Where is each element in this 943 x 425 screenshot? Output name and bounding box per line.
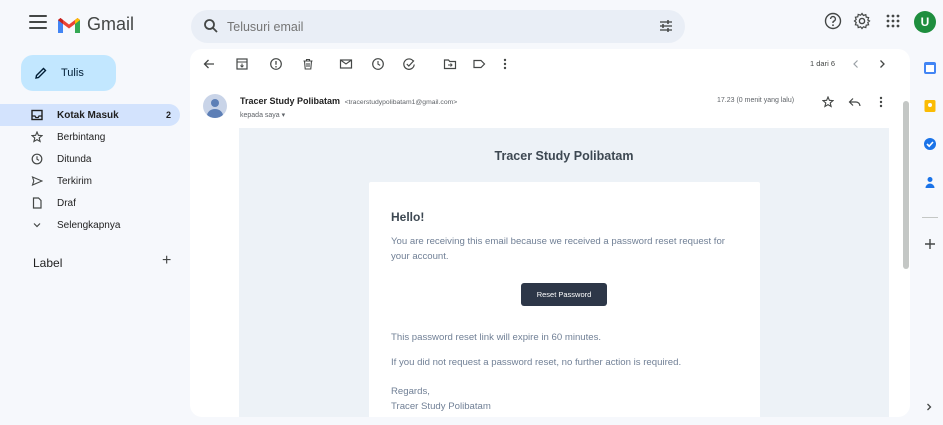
- report-spam-icon[interactable]: [269, 57, 283, 71]
- older-chevron-right-icon[interactable]: [876, 57, 888, 71]
- sidebar-item-more[interactable]: Selengkapnya: [0, 214, 180, 236]
- keep-notes-icon[interactable]: [923, 99, 937, 113]
- send-icon: [31, 176, 43, 186]
- search-input[interactable]: [227, 10, 627, 43]
- app-name: Gmail: [87, 14, 135, 34]
- sidebar-item-label: Kotak Masuk: [57, 109, 119, 121]
- expand-panel-chevron-icon[interactable]: [923, 401, 935, 413]
- message-panel: 1 dari 6 Tracer Study Polibatam <tracers…: [190, 49, 910, 417]
- star-icon: [31, 131, 43, 143]
- sidebar-item-label: Selengkapnya: [57, 219, 121, 231]
- move-to-folder-icon[interactable]: [443, 57, 457, 71]
- recipient-label: kepada saya: [240, 112, 280, 119]
- sidebar-item-sent[interactable]: Terkirim: [0, 170, 180, 192]
- sidebar-item-drafts[interactable]: Draf: [0, 192, 180, 214]
- email-signature: Tracer Study Polibatam: [391, 401, 491, 412]
- email-regards: Regards,: [391, 386, 430, 397]
- star-message-icon[interactable]: [822, 96, 834, 108]
- pagination-count: 1 dari 6: [810, 59, 836, 68]
- sender-email: <tracerstudypolibatam1@gmail.com>: [344, 99, 458, 106]
- account-avatar[interactable]: U: [914, 11, 936, 33]
- message-time: 17.23 (0 menit yang lalu): [717, 97, 795, 104]
- search-options-icon[interactable]: [659, 19, 673, 33]
- newer-chevron-left-icon[interactable]: [850, 57, 862, 71]
- add-app-plus-icon[interactable]: [923, 237, 937, 251]
- add-to-tasks-icon[interactable]: [402, 57, 416, 71]
- email-intro: You are receiving this email because we …: [391, 236, 726, 262]
- more-options-icon[interactable]: [502, 57, 508, 71]
- draft-icon: [32, 197, 42, 209]
- unread-count: 2: [165, 110, 171, 120]
- caret-down-icon: ▾: [281, 112, 286, 119]
- apps-grid-icon[interactable]: [885, 12, 901, 30]
- side-panel-rail: [915, 50, 943, 425]
- sidebar-item-starred[interactable]: Berbintang: [0, 126, 180, 148]
- sidebar-item-label: Draf: [57, 197, 76, 209]
- email-body: Tracer Study Polibatam Hello! You are re…: [239, 128, 889, 417]
- main-menu-icon[interactable]: [29, 15, 47, 31]
- rail-divider: [922, 217, 938, 218]
- snooze-clock-icon[interactable]: [371, 57, 385, 71]
- compose-label: Tulis: [61, 67, 84, 79]
- message-scrollbar[interactable]: [903, 101, 909, 269]
- search-icon[interactable]: [203, 18, 219, 34]
- email-greeting: Hello!: [391, 210, 425, 224]
- sidebar-item-inbox[interactable]: Kotak Masuk 2: [0, 104, 180, 126]
- message-toolbar: 1 dari 6: [190, 49, 910, 79]
- pencil-icon: [35, 67, 47, 79]
- search-bar[interactable]: [191, 10, 685, 43]
- tasks-icon[interactable]: [923, 137, 937, 151]
- help-icon[interactable]: [824, 12, 842, 30]
- sender-avatar[interactable]: [203, 94, 227, 118]
- mark-unread-icon[interactable]: [339, 57, 353, 71]
- label-tag-icon[interactable]: [472, 57, 486, 71]
- compose-button[interactable]: Tulis: [21, 55, 116, 91]
- gmail-m-icon: [58, 17, 80, 33]
- archive-icon[interactable]: [235, 57, 249, 71]
- recipient-details[interactable]: kepada saya ▾: [240, 111, 285, 119]
- sender-name[interactable]: Tracer Study Polibatam: [240, 96, 340, 106]
- inbox-icon: [31, 109, 43, 121]
- sidebar-item-label: Ditunda: [57, 153, 92, 165]
- back-arrow-icon[interactable]: [202, 57, 216, 71]
- gmail-logo[interactable]: Gmail: [57, 14, 134, 35]
- labels-heading: Label: [33, 256, 63, 270]
- calendar-icon[interactable]: [923, 61, 937, 75]
- message-more-icon[interactable]: [878, 95, 884, 109]
- email-no-action-note: If you did not request a password reset,…: [391, 357, 682, 368]
- create-label-button[interactable]: +: [162, 252, 171, 270]
- chevron-down-icon: [33, 223, 41, 228]
- sidebar-item-label: Terkirim: [57, 175, 92, 187]
- settings-gear-icon[interactable]: [853, 12, 871, 30]
- sidebar-item-snoozed[interactable]: Ditunda: [0, 148, 180, 170]
- sidebar-nav: Kotak Masuk 2 Berbintang Ditunda Terkiri…: [0, 104, 180, 236]
- email-card: Hello! You are receiving this email beca…: [369, 182, 760, 417]
- top-bar: Gmail U: [0, 0, 943, 48]
- contacts-icon[interactable]: [923, 175, 937, 189]
- reset-password-button[interactable]: Reset Password: [521, 283, 607, 306]
- clock-icon: [31, 153, 43, 165]
- email-header-title: Tracer Study Polibatam: [494, 149, 634, 163]
- sender-line[interactable]: Tracer Study Polibatam <tracerstudypolib…: [240, 96, 457, 106]
- reply-icon[interactable]: [848, 96, 861, 108]
- delete-trash-icon[interactable]: [301, 57, 315, 71]
- email-expire-note: This password reset link will expire in …: [391, 332, 602, 343]
- sidebar-item-label: Berbintang: [57, 131, 106, 143]
